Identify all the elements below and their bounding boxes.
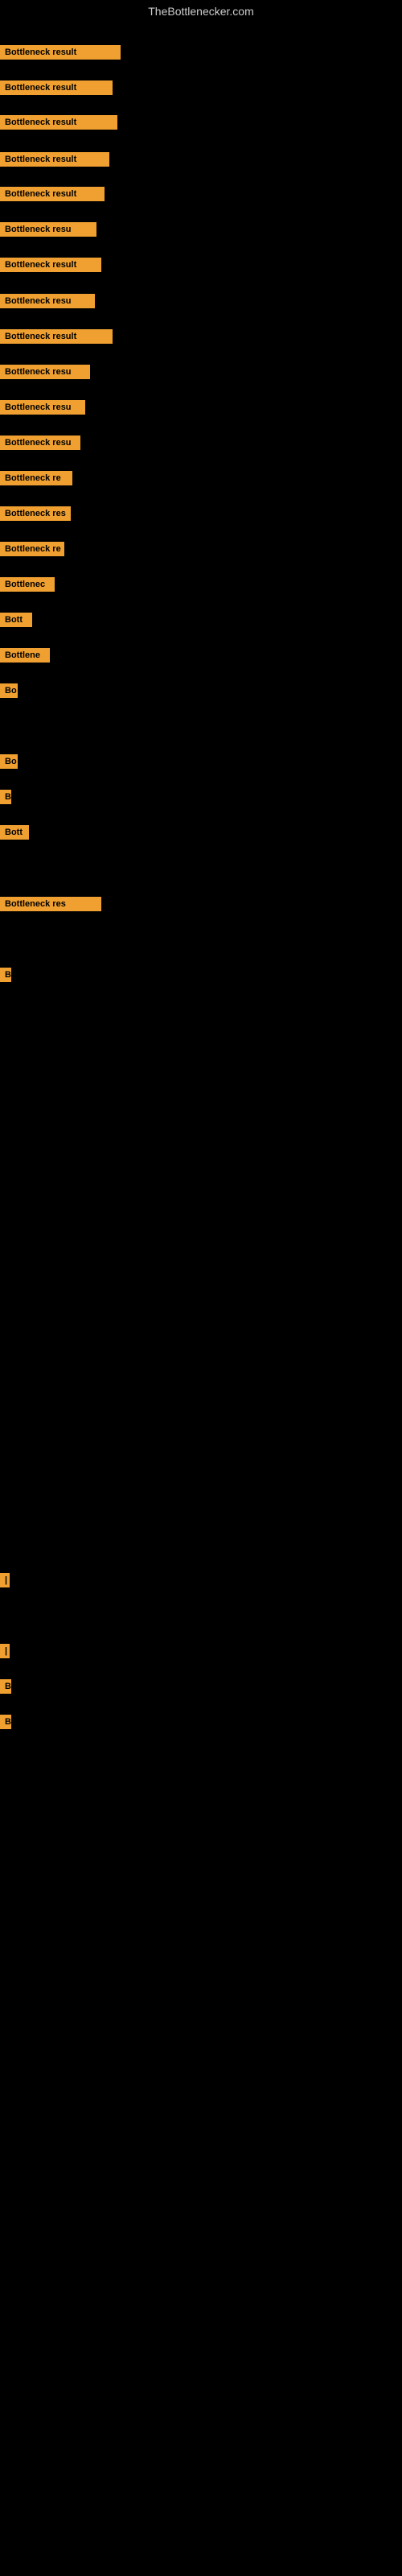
badge-6-label: Bottleneck resu [0,222,96,237]
badge-8-label: Bottleneck resu [0,294,95,308]
badge-27-label: B [0,1679,11,1694]
badge-17-label: Bott [0,613,32,627]
badge-18-label: Bottlene [0,648,50,663]
badge-2-label: Bottleneck result [0,80,113,95]
badge-22-label: Bott [0,825,29,840]
badge-1-label: Bottleneck result [0,45,121,60]
badge-9-label: Bottleneck result [0,329,113,344]
badge-3-label: Bottleneck result [0,115,117,130]
badge-21-label: B [0,790,11,804]
badge-7-label: Bottleneck result [0,258,101,272]
badge-14-label: Bottleneck res [0,506,71,521]
badge-4-label: Bottleneck result [0,152,109,167]
badge-13-label: Bottleneck re [0,471,72,485]
badge-24-label: B [0,968,11,982]
badge-15-label: Bottleneck re [0,542,64,556]
badge-19-label: Bo [0,683,18,698]
badge-20-label: Bo [0,754,18,769]
badge-5-label: Bottleneck result [0,187,105,201]
badge-12-label: Bottleneck resu [0,436,80,450]
badge-16-label: Bottlenec [0,577,55,592]
badge-28-label: B [0,1715,11,1729]
badge-25-label: | [0,1573,10,1587]
badge-23-label: Bottleneck res [0,897,101,911]
site-title: TheBottlenecker.com [0,0,402,23]
badge-11-label: Bottleneck resu [0,400,85,415]
badge-10-label: Bottleneck resu [0,365,90,379]
badge-26-label: | [0,1644,10,1658]
